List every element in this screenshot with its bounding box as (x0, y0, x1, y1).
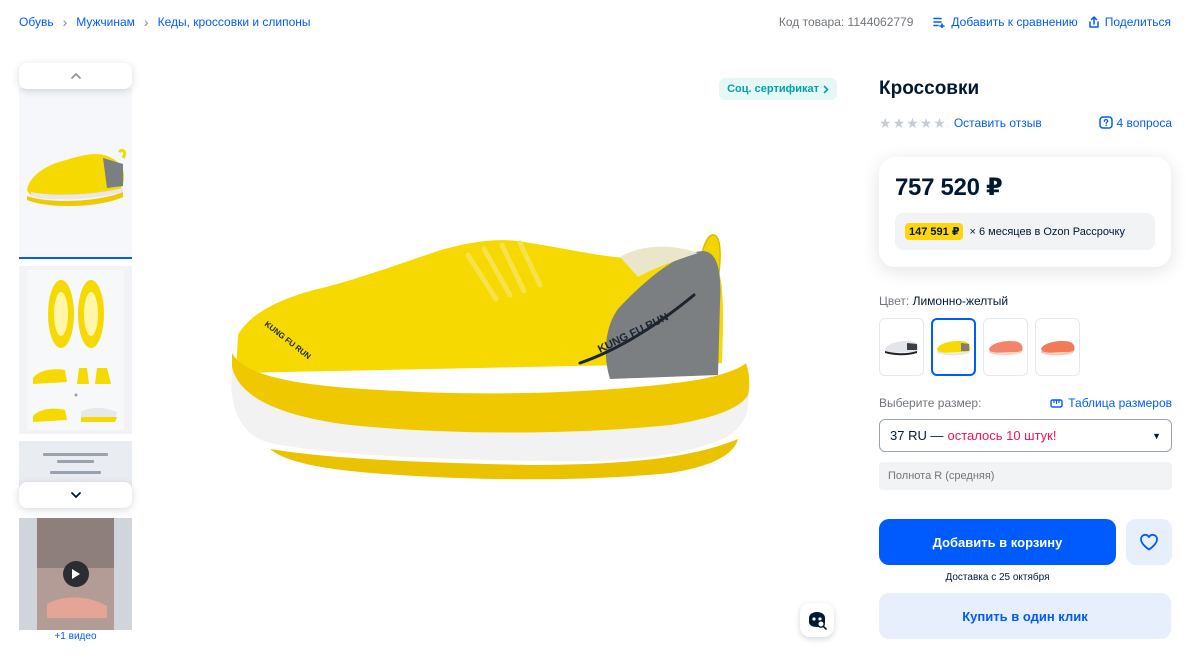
star-icon: ★ (919, 115, 933, 131)
thumbnail-multi-view[interactable] (19, 266, 132, 434)
compare-icon (933, 17, 946, 28)
thumbnail-video[interactable] (19, 518, 132, 630)
info-card-title-line (42, 453, 109, 456)
share-label: Поделиться (1104, 15, 1171, 29)
chevron-right-icon: › (143, 14, 149, 30)
main-sneaker-image[interactable]: KUNG FU RUN KUNG FU RUN (150, 63, 845, 643)
product-title: Кроссовки (879, 78, 980, 99)
questions-count: 4 вопроса (1116, 116, 1172, 130)
questions-link[interactable]: 4 вопроса (1098, 116, 1172, 130)
question-icon (1098, 116, 1113, 129)
share-icon (1088, 16, 1099, 28)
camera-search-icon (809, 612, 827, 630)
color-swatch-coral[interactable] (983, 318, 1028, 376)
sneaker-yellow-swatch-image (936, 341, 970, 356)
sneaker-collage-image (27, 270, 124, 430)
size-row: Выберите размер: Таблица размеров (879, 396, 1172, 410)
star-icon: ★ (892, 115, 906, 131)
color-label: Цвет: Лимонно-желтый (879, 294, 1172, 308)
color-label-prefix: Цвет: (879, 294, 910, 308)
size-table-label: Таблица размеров (1068, 396, 1172, 410)
favorite-button[interactable] (1126, 519, 1172, 565)
star-icon: ★ (879, 115, 892, 131)
leave-review-link[interactable]: Оставить отзыв (954, 116, 1042, 130)
play-icon (63, 561, 89, 587)
chevron-up-icon (70, 72, 81, 79)
thumbnails-scroll-up-button[interactable] (19, 63, 132, 89)
sneaker-orange-swatch-image (1040, 341, 1074, 356)
fullness-info: Полнота R (средняя) (879, 462, 1172, 490)
rating-stars[interactable]: ★ ★ ★ ★ ★ (879, 116, 946, 130)
chevron-down-icon (70, 492, 81, 499)
size-table-link[interactable]: Таблица размеров (1050, 396, 1172, 410)
breadcrumb: Обувь › Мужчинам › Кеды, кроссовки и сли… (19, 15, 311, 29)
color-swatch-orange[interactable] (1035, 318, 1080, 376)
sneaker-white-swatch-image (884, 341, 918, 356)
breadcrumb-item-shoes[interactable]: Обувь (19, 15, 54, 29)
top-bar: Обувь › Мужчинам › Кеды, кроссовки и сли… (19, 12, 1171, 32)
chevron-right-icon: › (62, 14, 68, 30)
heart-icon (1140, 533, 1158, 551)
video-count-caption[interactable]: +1 видео (19, 631, 132, 642)
compare-button[interactable]: Добавить к сравнению (933, 15, 1078, 29)
installment-offer[interactable]: 147 591 ₽ × 6 месяцев в Ozon Рассрочку (895, 213, 1155, 250)
image-search-button[interactable] (800, 603, 834, 637)
thumbnails-scroll-down-button[interactable] (19, 482, 132, 508)
social-certificate-badge[interactable]: Соц. сертификат (719, 78, 837, 100)
sneaker-thumbnail-image (27, 148, 127, 207)
thumbnail-side-view[interactable] (19, 88, 132, 259)
info-card-subtitle-line (49, 471, 102, 474)
color-swatch-lemon-yellow[interactable] (931, 318, 976, 376)
product-info-panel: Кроссовки ★ ★ ★ ★ ★ Оставить отзыв 4 воп… (879, 76, 1172, 639)
installment-text: × 6 месяцев в Ozon Рассрочку (969, 225, 1125, 238)
buy-row: Добавить в корзину (879, 519, 1172, 565)
star-icon: ★ (933, 115, 946, 131)
delivery-date: Доставка с 25 октября (945, 572, 1050, 583)
top-actions: Код товара: 1144062779 Добавить к сравне… (779, 15, 1171, 29)
product-price: 757 520 ₽ (895, 174, 1003, 201)
chevron-right-icon (823, 84, 829, 94)
cert-badge-label: Соц. сертификат (727, 83, 819, 95)
size-select[interactable]: 37 RU — осталось 10 штук! ▼ (879, 419, 1172, 452)
thumbnail-gallery: +1 видео (19, 63, 132, 643)
color-value: Лимонно-желтый (912, 294, 1009, 308)
product-code: Код товара: 1144062779 (778, 15, 914, 29)
share-button[interactable]: Поделиться (1088, 15, 1171, 29)
selected-size: 37 RU — (890, 428, 944, 443)
rating-row: ★ ★ ★ ★ ★ Оставить отзыв 4 вопроса (879, 115, 1172, 131)
info-card-title-line (56, 460, 95, 463)
sneaker-coral-swatch-image (988, 341, 1022, 356)
color-swatches (879, 318, 1172, 376)
buy-one-click-button[interactable]: Купить в один клик (879, 593, 1171, 639)
star-icon: ★ (906, 115, 919, 131)
size-label: Выберите размер: (879, 396, 982, 410)
installment-amount: 147 591 ₽ (905, 223, 964, 240)
ruler-icon (1050, 398, 1063, 408)
stock-warning: осталось 10 штук! (947, 428, 1057, 443)
breadcrumb-item-men[interactable]: Мужчинам (76, 15, 135, 29)
price-card: 757 520 ₽ 147 591 ₽ × 6 месяцев в Ozon Р… (879, 157, 1171, 267)
main-product-image-area: KUNG FU RUN KUNG FU RUN Соц. сертификат (150, 63, 845, 643)
compare-label: Добавить к сравнению (951, 15, 1078, 29)
breadcrumb-item-sneakers[interactable]: Кеды, кроссовки и слипоны (158, 15, 311, 29)
add-to-cart-button[interactable]: Добавить в корзину (879, 519, 1116, 565)
caret-down-icon: ▼ (1152, 430, 1161, 441)
color-swatch-white-black[interactable] (879, 318, 924, 376)
